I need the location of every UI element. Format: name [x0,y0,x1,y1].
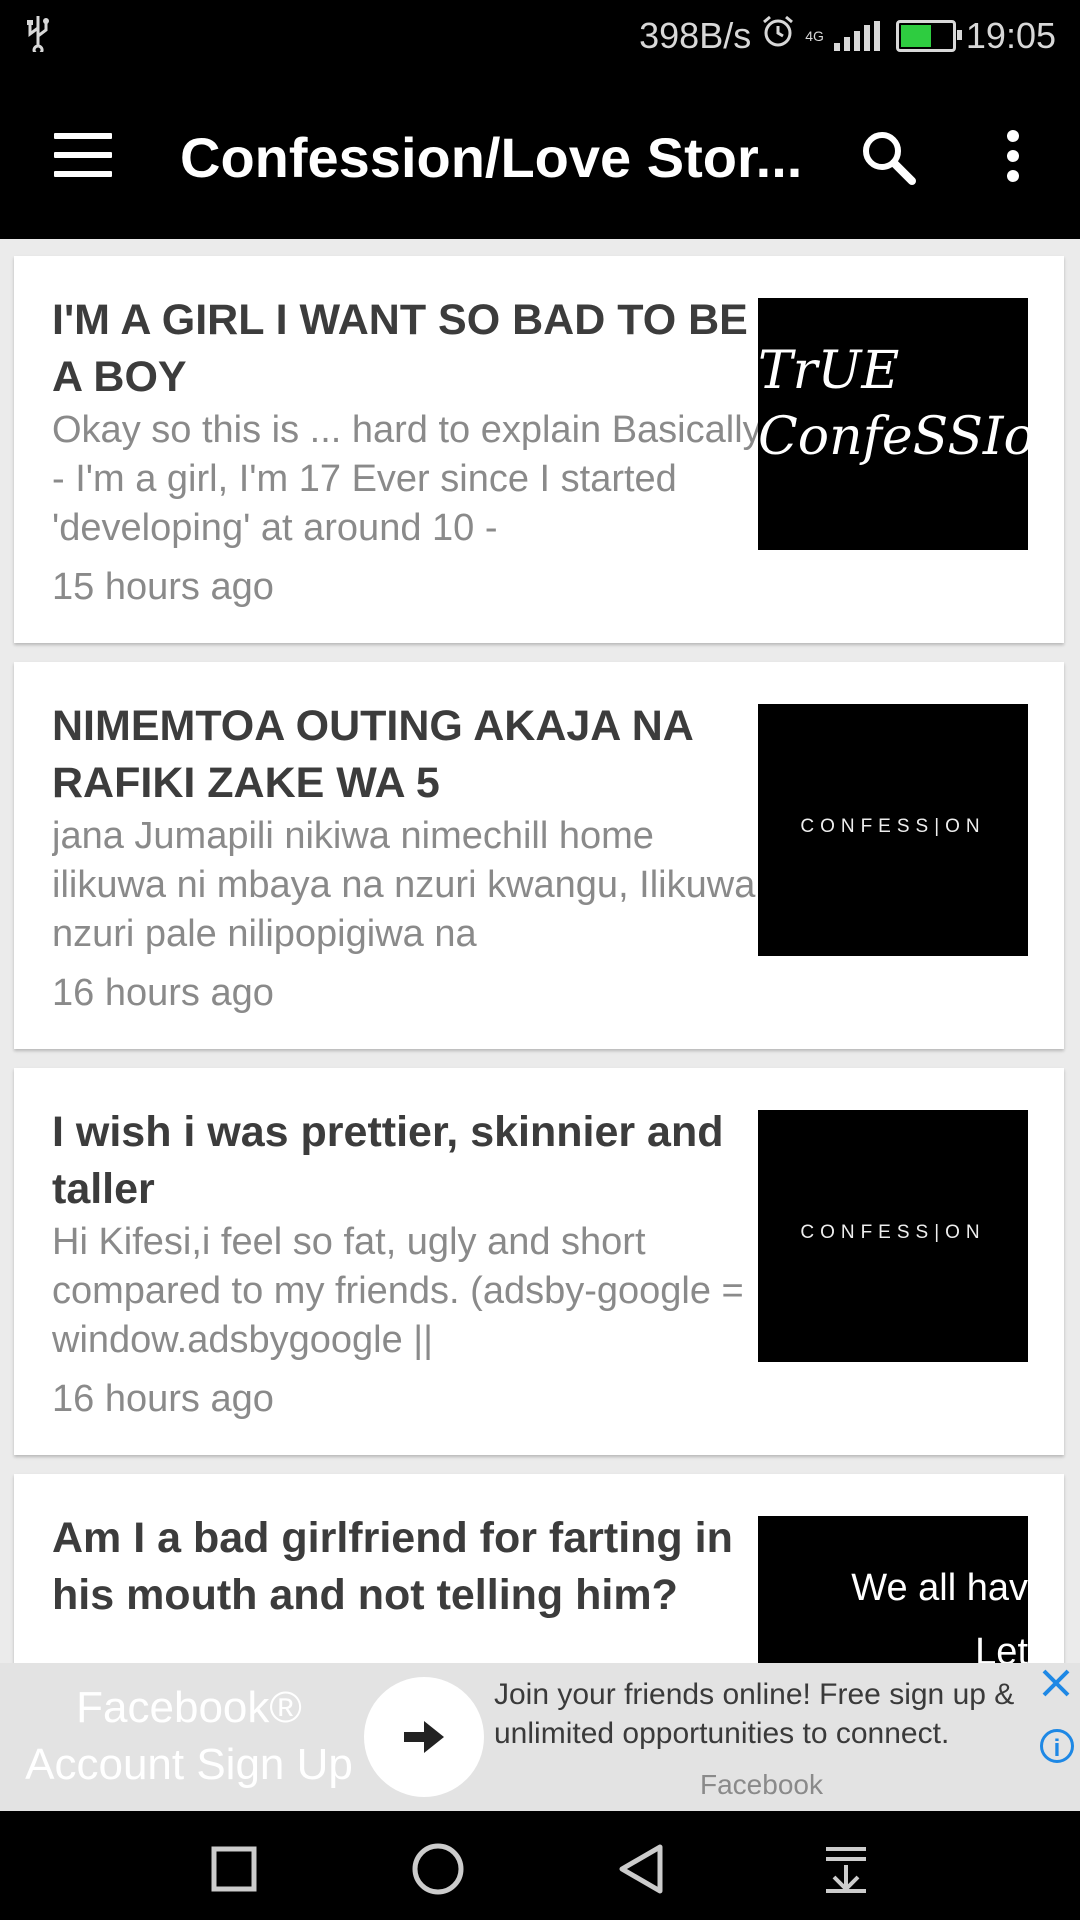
clock: 19:05 [965,14,1056,56]
ad-advertiser: Facebook [700,1769,823,1800]
more-vert-icon[interactable] [1000,130,1026,186]
back-icon[interactable] [612,1839,672,1899]
app-toolbar: Confession/Love Stor... [0,75,1080,239]
post-title: NIMEMTOA OUTING AKAJA NA RAFIKI ZAKE WA … [52,702,693,807]
post-title: Am I a bad girlfriend for farting in his… [52,1514,733,1619]
post-thumbnail: CONFESS|ON [758,704,1028,956]
system-nav-bar [0,1811,1080,1920]
post-list: I'M A GIRL I WANT SO BAD TO BE A BOY Oka… [0,239,1080,1663]
battery-charging-icon [895,19,962,52]
ad-body[interactable]: Join your friends online! Free sign up &… [494,1675,1030,1753]
post-time: 16 hours ago [52,972,274,1014]
post-thumbnail: CONFESS|ON [758,1110,1028,1362]
thumbnail-text-line: We all hav [851,1567,1028,1609]
thumbnail-text: TrUE ConfeSSIons [758,341,1028,467]
info-icon[interactable]: i [1040,1729,1074,1763]
alarm-icon [761,14,795,57]
ad-banner[interactable]: Facebook® Account Sign Up Join your frie… [0,1663,1080,1811]
notification-drawer-icon[interactable] [816,1839,876,1899]
network-type: 4G [805,27,824,44]
close-icon[interactable] [1036,1663,1076,1703]
post-excerpt: jana Jumapili nikiwa nimechill home ilik… [52,815,756,955]
arrow-right-icon[interactable] [364,1677,484,1797]
thumbnail-text: We all hav Let [851,1556,1028,1663]
post-time: 15 hours ago [52,566,274,608]
network-speed: 398B/s [639,14,752,56]
post-card[interactable]: I'M A GIRL I WANT SO BAD TO BE A BOY Oka… [14,256,1064,643]
search-icon[interactable] [858,127,918,187]
thumbnail-text: CONFESS|ON [800,1222,986,1243]
post-card[interactable]: I wish i was prettier, skinnier and tall… [14,1068,1064,1455]
recents-icon[interactable] [204,1839,264,1899]
post-excerpt: Hi Kifesi,i feel so fat, ugly and short … [52,1221,744,1361]
signal-icon [833,20,880,51]
post-title: I'M A GIRL I WANT SO BAD TO BE A BOY [52,296,748,401]
thumbnail-text: CONFESS|ON [800,816,986,837]
post-card[interactable]: Am I a bad girlfriend for farting in his… [14,1474,1064,1663]
menu-icon[interactable] [54,133,112,177]
post-thumbnail: TrUE ConfeSSIons [758,298,1028,550]
ad-headline[interactable]: Facebook® Account Sign Up [14,1679,364,1793]
post-card[interactable]: NIMEMTOA OUTING AKAJA NA RAFIKI ZAKE WA … [14,662,1064,1049]
page-title: Confession/Love Stor... [180,126,803,189]
thumbnail-text-line: Let [975,1631,1028,1663]
home-icon[interactable] [408,1839,468,1899]
post-title: I wish i was prettier, skinnier and tall… [52,1108,724,1213]
post-time: 16 hours ago [52,1378,274,1420]
usb-icon [26,14,50,61]
post-excerpt: Okay so this is ... hard to explain Basi… [52,409,762,549]
post-thumbnail: We all hav Let [758,1516,1028,1663]
status-bar: 398B/s 4G 19:05 [0,0,1080,75]
